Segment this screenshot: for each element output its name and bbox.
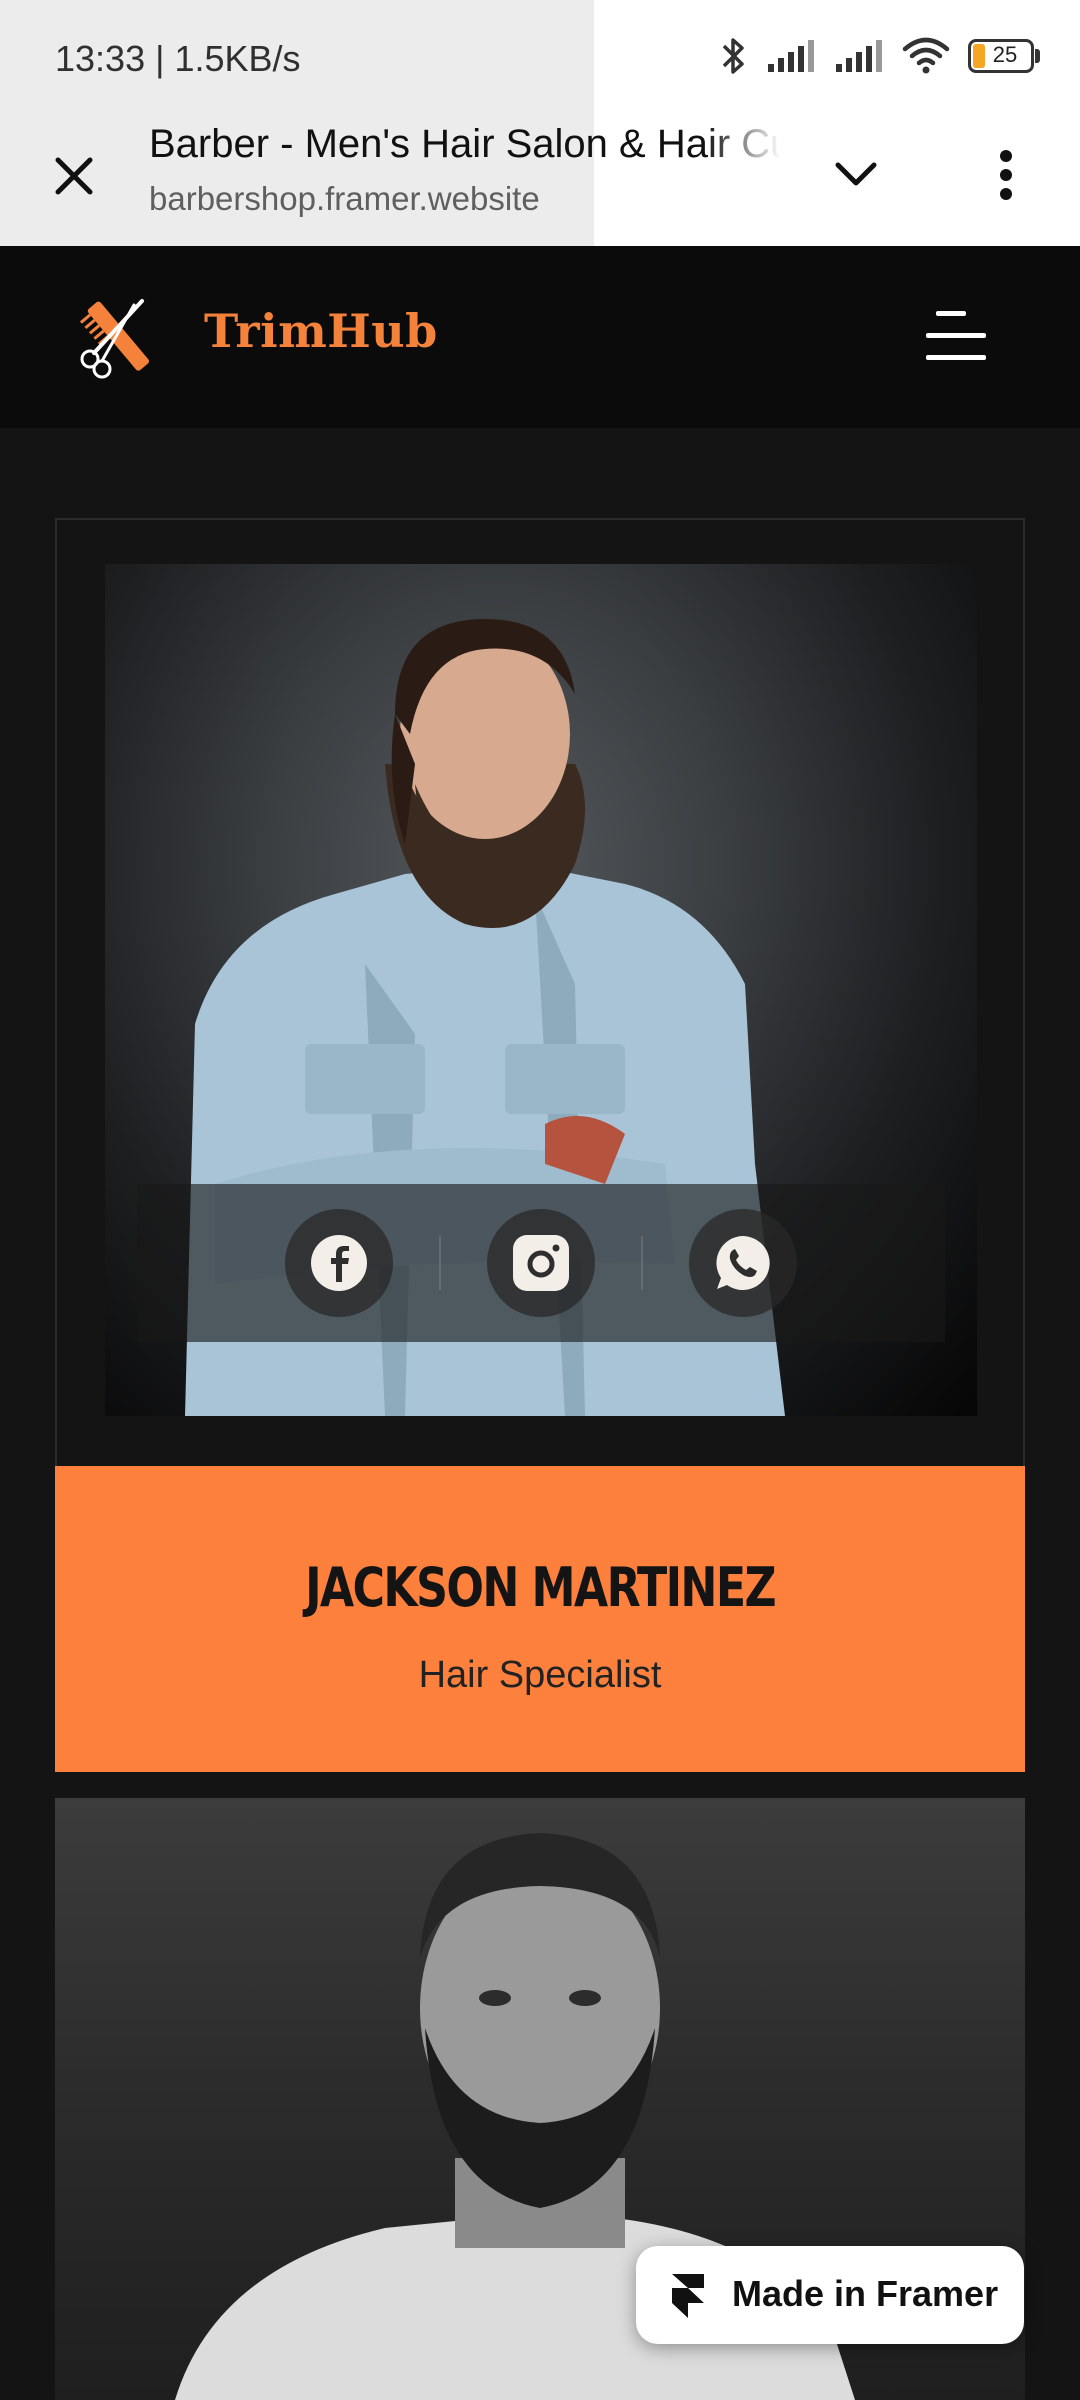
scissors-comb-logo-icon[interactable] (72, 291, 162, 381)
menu-button[interactable] (926, 301, 1000, 371)
page-title: Barber - Men's Hair Salon & Hair Cutting (149, 122, 781, 166)
framer-logo-icon (672, 2274, 704, 2318)
page-url[interactable]: barbershop.framer.website (149, 180, 540, 218)
made-in-framer-badge[interactable]: Made in Framer (636, 2246, 1024, 2344)
battery-icon: 25 (968, 39, 1040, 73)
team-member-photo (105, 564, 977, 1416)
wifi-icon (902, 37, 950, 74)
status-time: 13:33 | 1.5KB/s (55, 38, 301, 79)
battery-level: 25 (992, 42, 1018, 67)
social-divider (439, 1236, 441, 1290)
team-member-name: JACKSON MARTINEZ (305, 1556, 777, 1619)
close-icon (55, 157, 93, 195)
social-links-bar (137, 1184, 945, 1342)
signal-icon (836, 40, 882, 72)
whatsapp-button[interactable] (689, 1209, 797, 1317)
team-member-role: Hair Specialist (418, 1654, 662, 1696)
facebook-icon (311, 1235, 367, 1291)
social-divider (641, 1236, 643, 1290)
more-vertical-icon (1000, 150, 1012, 200)
site-navbar: TrimHub (0, 246, 1080, 428)
instagram-button[interactable] (487, 1209, 595, 1317)
brand-name[interactable]: TrimHub (204, 304, 438, 358)
status-icons: 25 (720, 34, 1040, 78)
expand-button[interactable] (826, 144, 886, 204)
chevron-down-icon (835, 162, 877, 186)
team-member-card: JACKSON MARTINEZ Hair Specialist (55, 518, 1025, 1772)
team-member-info: JACKSON MARTINEZ Hair Specialist (55, 1466, 1025, 1772)
browser-toolbar: Barber - Men's Hair Salon & Hair Cutting… (0, 118, 1080, 246)
facebook-button[interactable] (285, 1209, 393, 1317)
bluetooth-icon (722, 38, 744, 74)
more-options-button[interactable] (976, 140, 1036, 210)
signal-icon (768, 40, 814, 72)
whatsapp-icon (716, 1236, 770, 1290)
status-bar: 13:33 | 1.5KB/s 25 (0, 0, 1080, 118)
close-tab-button[interactable] (44, 146, 104, 206)
instagram-icon (513, 1235, 569, 1291)
made-in-framer-label: Made in Framer (732, 2273, 999, 2314)
